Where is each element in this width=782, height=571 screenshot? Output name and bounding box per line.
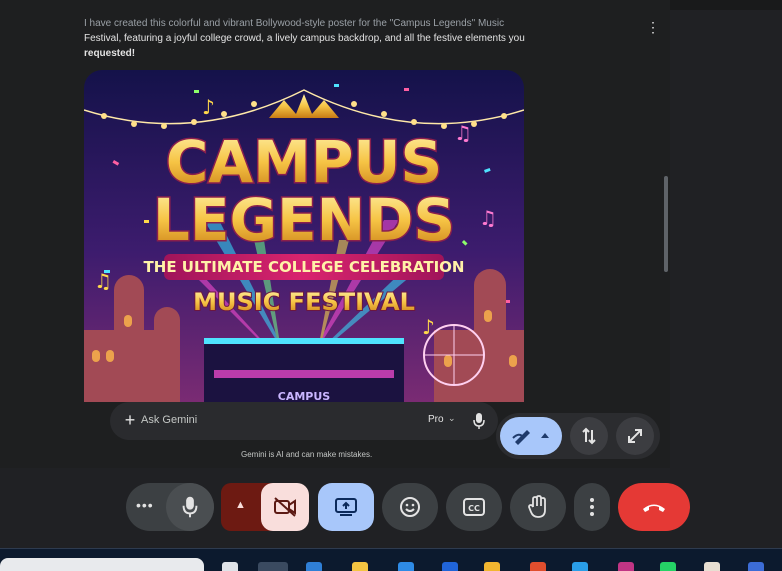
svg-text:♪: ♪ [422,315,435,339]
microphone-icon [182,496,198,518]
raise-hand-button[interactable] [510,483,566,531]
more-vert-icon [590,498,594,516]
gemini-response: I have created this colorful and vibrant… [84,16,534,61]
poster-title-line2: LEGENDS [153,186,455,254]
scrollbar[interactable] [664,176,668,272]
ask-gemini-bar[interactable]: + Ask Gemini Pro ⌄ [110,402,498,440]
taskbar [0,548,782,571]
shared-screen: I have created this colorful and vibrant… [0,0,670,468]
captions-button[interactable]: CC [446,483,502,531]
svg-text:♪: ♪ [202,95,215,119]
response-line-1: I have created this colorful and vibrant… [84,18,505,29]
camera-button[interactable] [261,483,309,531]
app-icon-3[interactable] [530,562,546,571]
svg-text:♫: ♫ [479,206,497,230]
chevron-up-icon[interactable]: ▲ [235,499,246,511]
microphone-button[interactable] [166,483,214,531]
present-button[interactable] [318,483,374,531]
svg-text:♫: ♫ [454,121,472,145]
swap-button[interactable] [570,417,608,455]
app-icon-1[interactable] [442,562,458,571]
poster-stage-sign: CAMPUS [278,390,331,402]
app-icon-4[interactable] [748,562,764,571]
calendar-icon[interactable] [704,562,720,571]
taskbar-search[interactable] [0,558,204,571]
response-line-3: requested! [84,48,136,59]
leave-call-button[interactable] [618,483,690,531]
expand-button[interactable] [616,417,654,455]
reactions-button[interactable] [382,483,438,531]
vscode-icon[interactable] [306,562,322,571]
camera-controls: ▲ [221,483,309,531]
ai-disclaimer: Gemini is AI and can make mistakes. [241,450,373,459]
closed-captions-icon: CC [463,498,485,516]
file-icon[interactable] [222,562,238,571]
ask-gemini-placeholder[interactable]: Ask Gemini [141,414,197,426]
poster-subtitle: THE ULTIMATE COLLEGE CELEBRATION [144,258,465,276]
call-end-icon [643,504,665,512]
response-line-2: Festival, featuring a joyful college cro… [84,33,525,44]
audio-controls: ••• [126,483,214,531]
audio-options-icon[interactable]: ••• [136,498,154,512]
whatsapp-icon[interactable] [660,562,676,571]
svg-text:♫: ♫ [94,269,112,293]
svg-text:CC: CC [468,504,480,513]
meet-window: I have created this colorful and vibrant… [0,0,782,571]
instagram-icon[interactable] [618,562,634,571]
chrome-icon[interactable] [258,562,288,571]
model-selector[interactable]: Pro [428,414,444,425]
emoji-icon [400,497,420,517]
poster-event-name: MUSIC FESTIVAL [193,288,415,316]
pen-icon [512,430,549,445]
present-screen-icon [335,498,357,516]
annotate-button[interactable] [500,417,562,455]
generated-poster-image: ♪ ♫ ♫ ♪ ♫ CAMPUS LEGENDS THE ULTIMATE CO… [84,70,524,402]
swap-vert-icon [582,427,596,445]
more-options-button[interactable] [574,483,610,531]
videocam-off-icon [274,497,296,517]
more-vert-icon[interactable]: ⋮ [646,18,660,36]
store-icon[interactable] [398,562,414,571]
expand-icon [628,429,642,443]
telegram-icon[interactable] [572,562,588,571]
chevron-down-icon[interactable]: ⌄ [448,413,456,424]
plus-icon[interactable]: + [120,410,140,430]
app-icon-2[interactable] [484,562,500,571]
floating-toolbar [496,413,660,459]
raise-hand-icon [528,495,546,518]
microphone-icon[interactable] [472,412,486,430]
folder-icon[interactable] [352,562,368,571]
